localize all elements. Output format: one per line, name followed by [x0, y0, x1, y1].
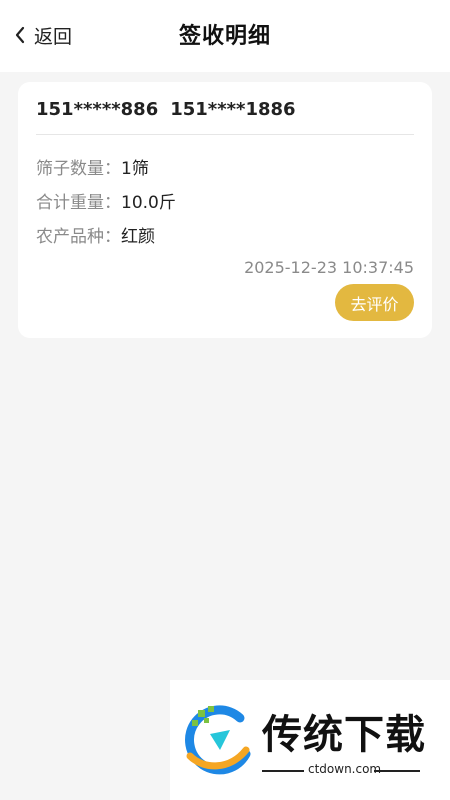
variety-value: 红颜	[121, 227, 155, 247]
page-title: 签收明细	[178, 24, 271, 49]
watermark-url: ctdown.com	[308, 762, 382, 776]
sieve-count-label: 筛子数量：	[36, 159, 121, 179]
timestamp: 2025-12-23 10:37:45	[244, 258, 414, 277]
watermark: 传统下载 ctdown.com	[170, 680, 450, 800]
watermark-line-right	[374, 770, 420, 772]
total-weight-row: 合计重量：10.0斤	[36, 188, 176, 213]
sieve-count-row: 筛子数量：1筛	[36, 154, 149, 179]
sieve-count-value: 1筛	[121, 159, 149, 179]
receipt-card: 151*****886 151****1886 筛子数量：1筛 合计重量：10.0…	[18, 82, 432, 338]
total-weight-label: 合计重量：	[36, 193, 121, 213]
watermark-brand: 传统下载	[262, 712, 426, 758]
page: 返回 签收明细 151*****886 151****1886 筛子数量：1筛 合…	[0, 0, 450, 800]
variety-row: 农产品种：红颜	[36, 222, 155, 247]
total-weight-value: 10.0斤	[121, 193, 176, 213]
ctdown-logo-icon	[180, 704, 256, 784]
variety-label: 农产品种：	[36, 227, 121, 247]
watermark-line-left	[262, 770, 304, 772]
review-button[interactable]: 去评价	[335, 284, 414, 321]
top-bar: 返回 签收明细	[0, 0, 450, 72]
card-phones: 151*****886 151****1886	[36, 99, 296, 120]
phone-masked: 151*****886	[36, 99, 159, 120]
divider	[36, 134, 414, 135]
phone-partial: 151****1886	[170, 99, 296, 120]
